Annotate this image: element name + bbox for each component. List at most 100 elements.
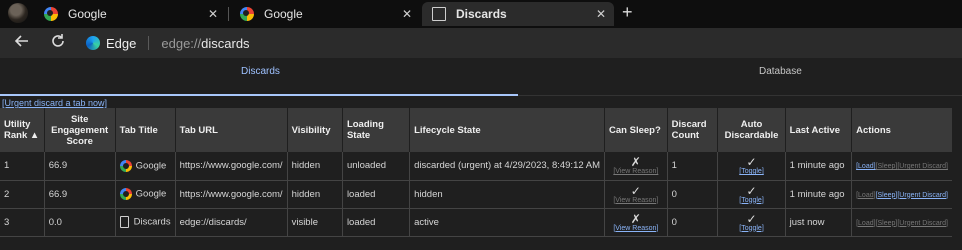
cell-last-active: 1 minute ago — [784, 152, 852, 181]
toggle-link[interactable]: [Toggle] — [722, 168, 780, 175]
table-header-row: Utility Rank ▲ Site Engagement Score Tab… — [0, 108, 952, 152]
col-engagement-score[interactable]: Site Engagement Score — [43, 108, 116, 152]
google-icon — [119, 159, 132, 172]
urgent-discard-action[interactable]: [Urgent Discard] — [897, 220, 948, 227]
url-path: discards — [201, 35, 250, 51]
cell-discard-count: 0 — [666, 180, 718, 209]
cell-auto-discardable: ✓ [Toggle] — [717, 180, 786, 209]
title-text: Google — [135, 188, 167, 200]
col-tab-title[interactable]: Tab Title — [114, 108, 176, 152]
cell-rank: 2 — [0, 180, 45, 209]
col-tab-url[interactable]: Tab URL — [174, 108, 288, 152]
new-tab-button[interactable]: + — [622, 3, 633, 21]
col-can-sleep[interactable]: Can Sleep? — [604, 108, 668, 152]
cell-loading: unloaded — [341, 152, 410, 181]
load-action[interactable]: [Load] — [856, 220, 875, 227]
cell-loading: loaded — [341, 208, 410, 237]
table-row: 3 0.0 Discards edge://discards/ visible … — [0, 208, 952, 237]
tab-separator — [228, 7, 229, 21]
discards-page: Discards Database [Urgent discard a tab … — [0, 58, 962, 250]
sleep-action[interactable]: [Sleep] — [876, 220, 898, 227]
view-reason-link[interactable]: [View Reason] — [609, 197, 663, 204]
load-action[interactable]: [Load] — [856, 163, 875, 170]
refresh-icon — [52, 34, 64, 47]
profile-avatar[interactable] — [8, 3, 28, 23]
cell-auto-discardable: ✓ [Toggle] — [717, 152, 786, 181]
col-visibility[interactable]: Visibility — [286, 108, 343, 152]
address-brand: Edge — [106, 35, 137, 51]
cell-title: Google — [114, 180, 176, 209]
col-loading-state[interactable]: Loading State — [341, 108, 410, 152]
address-url: edge://discards — [161, 36, 249, 51]
cell-actions: [Load][Sleep][Urgent Discard] — [851, 180, 952, 209]
active-tab-indicator — [0, 94, 518, 96]
cell-lifecycle: discarded (urgent) at 4/29/2023, 8:49:12… — [409, 152, 605, 181]
tab-database[interactable]: Database — [759, 66, 802, 77]
cell-url: edge://discards/ — [174, 208, 288, 237]
cell-auto-discardable: ✓ [Toggle] — [717, 208, 786, 237]
google-icon — [240, 7, 254, 21]
cell-last-active: 1 minute ago — [784, 180, 852, 209]
back-button[interactable] — [14, 33, 30, 54]
browser-tab-discards[interactable]: Discards ✕ — [422, 2, 614, 26]
google-icon — [44, 7, 58, 21]
url-scheme: edge:// — [161, 35, 202, 51]
col-utility-rank[interactable]: Utility Rank ▲ — [0, 108, 45, 152]
col-discard-count[interactable]: Discard Count — [666, 108, 718, 152]
check-icon: ✓ — [746, 155, 757, 170]
browser-tab-google-2[interactable]: Google ✕ — [230, 2, 420, 26]
cell-url: https://www.google.com/ — [174, 180, 288, 209]
sleep-action[interactable]: [Sleep] — [876, 192, 898, 199]
cell-score: 66.9 — [43, 180, 116, 209]
back-arrow-icon — [14, 35, 28, 47]
refresh-button[interactable] — [50, 33, 66, 54]
cell-can-sleep: ✓ [View Reason] — [604, 180, 668, 209]
cell-actions: [Load][Sleep][Urgent Discard] — [851, 152, 952, 181]
cross-icon: ✗ — [630, 155, 641, 170]
tab-title: Discards — [456, 7, 507, 21]
cell-lifecycle: active — [409, 208, 605, 237]
col-auto-discardable[interactable]: Auto Discardable — [717, 108, 786, 152]
tab-title: Google — [264, 7, 303, 21]
tab-title: Google — [68, 7, 107, 21]
cell-rank: 3 — [0, 208, 45, 237]
address-divider — [148, 36, 150, 50]
view-reason-link[interactable]: [View Reason] — [609, 225, 663, 232]
sleep-action[interactable]: [Sleep] — [876, 163, 898, 170]
view-reason-link[interactable]: [View Reason] — [609, 168, 663, 175]
cell-score: 66.9 — [43, 152, 116, 181]
cell-lifecycle: hidden — [409, 180, 605, 209]
cell-last-active: just now — [784, 208, 852, 237]
urgent-discard-action[interactable]: [Urgent Discard] — [897, 192, 948, 199]
close-icon[interactable]: ✕ — [208, 7, 218, 21]
cell-visibility: hidden — [286, 180, 343, 209]
col-lifecycle-state[interactable]: Lifecycle State — [409, 108, 605, 152]
title-text: Google — [135, 160, 167, 172]
document-icon — [119, 216, 129, 228]
browser-tab-google-1[interactable]: Google ✕ — [34, 2, 226, 26]
cell-visibility: visible — [286, 208, 343, 237]
table-row: 2 66.9 Google https://www.google.com/ hi… — [0, 180, 952, 209]
title-text: Discards — [133, 216, 171, 228]
cell-score: 0.0 — [43, 208, 116, 237]
urgent-discard-action[interactable]: [Urgent Discard] — [897, 163, 948, 170]
close-icon[interactable]: ✕ — [596, 7, 606, 21]
cell-loading: loaded — [341, 180, 410, 209]
close-icon[interactable]: ✕ — [402, 7, 412, 21]
cell-title: Google — [114, 152, 176, 181]
cell-visibility: hidden — [286, 152, 343, 181]
cell-can-sleep: ✗ [View Reason] — [604, 208, 668, 237]
cell-discard-count: 0 — [666, 208, 718, 237]
tab-discards[interactable]: Discards — [241, 66, 280, 77]
cell-discard-count: 1 — [666, 152, 718, 181]
urgent-discard-link[interactable]: [Urgent discard a tab now] — [2, 98, 107, 108]
cell-url: https://www.google.com/ — [174, 152, 288, 181]
toggle-link[interactable]: [Toggle] — [722, 225, 780, 232]
tab-divider — [518, 95, 962, 96]
cell-title: Discards — [114, 208, 176, 237]
google-icon — [119, 188, 132, 200]
col-last-active[interactable]: Last Active — [784, 108, 852, 152]
toggle-link[interactable]: [Toggle] — [722, 197, 780, 204]
load-action[interactable]: [Load] — [856, 192, 875, 199]
address-bar[interactable]: Edge edge://discards — [86, 32, 250, 54]
